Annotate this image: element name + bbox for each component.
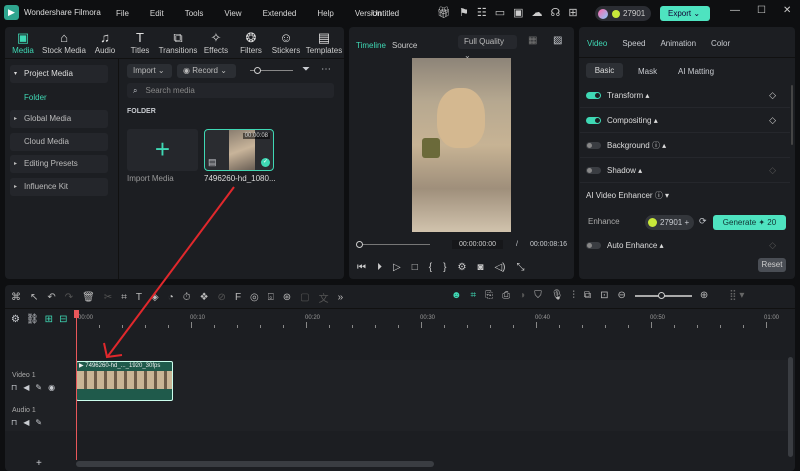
annotation-arrow: [103, 186, 235, 359]
arrow-line: [107, 186, 235, 357]
